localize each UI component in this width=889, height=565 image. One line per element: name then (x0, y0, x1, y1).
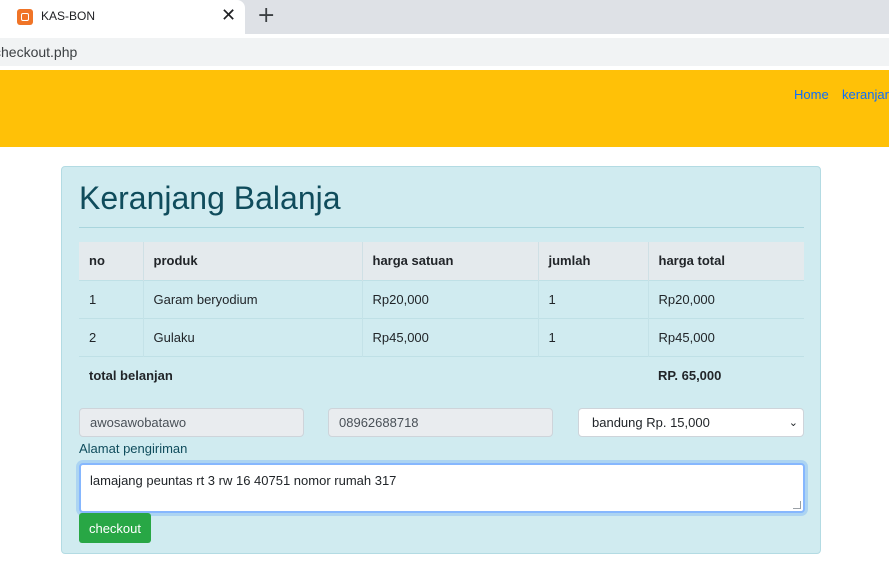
title-divider (79, 227, 804, 228)
column-header-harga-total: harga total (648, 242, 804, 280)
name-field[interactable]: awosawobatawo (79, 408, 304, 437)
phone-field[interactable]: 08962688718 (328, 408, 553, 437)
table-header-row: no produk harga satuan jumlah harga tota… (79, 242, 804, 280)
total-label: total belanjan (79, 355, 648, 394)
page-title: Keranjang Balanja (79, 180, 341, 216)
column-header-harga-satuan: harga satuan (362, 242, 539, 280)
column-header-jumlah: jumlah (538, 242, 649, 280)
cell-no: 2 (79, 317, 144, 356)
address-bar: checkout.php (0, 34, 889, 70)
cart-table: no produk harga satuan jumlah harga tota… (79, 242, 804, 394)
total-row: total belanjan RP. 65,000 (79, 355, 804, 394)
close-tab-icon[interactable]: ✕ (221, 6, 236, 26)
cell-produk: Gulaku (143, 317, 363, 356)
cell-jumlah: 1 (538, 279, 649, 318)
total-value: RP. 65,000 (648, 355, 804, 394)
new-tab-icon[interactable]: + (257, 4, 275, 28)
cell-harga-satuan: Rp45,000 (362, 317, 539, 356)
browser-tabbar: KAS-BON ✕ + (0, 0, 889, 34)
navbar: Home keranjang (0, 70, 889, 147)
cell-harga-satuan: Rp20,000 (362, 279, 539, 318)
column-header-no: no (79, 242, 144, 280)
cell-no: 1 (79, 279, 144, 318)
column-header-produk: produk (143, 242, 363, 280)
cell-jumlah: 1 (538, 317, 649, 356)
cell-harga-total: Rp45,000 (648, 317, 804, 356)
address-label: Alamat pengiriman (79, 441, 188, 456)
url-text: checkout.php (0, 44, 78, 60)
checkout-button[interactable]: checkout (79, 513, 151, 543)
address-textarea[interactable]: lamajang peuntas rt 3 rw 16 40751 nomor … (79, 463, 805, 513)
chevron-down-icon: ⌄ (788, 416, 798, 429)
shipping-select[interactable]: bandung Rp. 15,000 ⌄ (578, 408, 804, 437)
nav-link-keranjang[interactable]: keranjang (842, 87, 889, 102)
table-row: 1 Garam beryodium Rp20,000 1 Rp20,000 (79, 279, 804, 318)
nav-link-home[interactable]: Home (794, 87, 829, 102)
xampp-favicon-icon (17, 9, 33, 25)
resize-grip-icon[interactable] (793, 501, 801, 509)
shipping-selected-value: bandung Rp. 15,000 (592, 415, 710, 430)
table-row: 2 Gulaku Rp45,000 1 Rp45,000 (79, 317, 804, 356)
url-field[interactable]: checkout.php (0, 38, 889, 66)
cell-produk: Garam beryodium (143, 279, 363, 318)
tab-title: KAS-BON (41, 9, 96, 23)
address-text: lamajang peuntas rt 3 rw 16 40751 nomor … (90, 473, 397, 488)
browser-tab[interactable]: KAS-BON ✕ (0, 0, 245, 34)
cart-card: Keranjang Balanja no produk harga satuan… (61, 166, 821, 554)
cell-harga-total: Rp20,000 (648, 279, 804, 318)
